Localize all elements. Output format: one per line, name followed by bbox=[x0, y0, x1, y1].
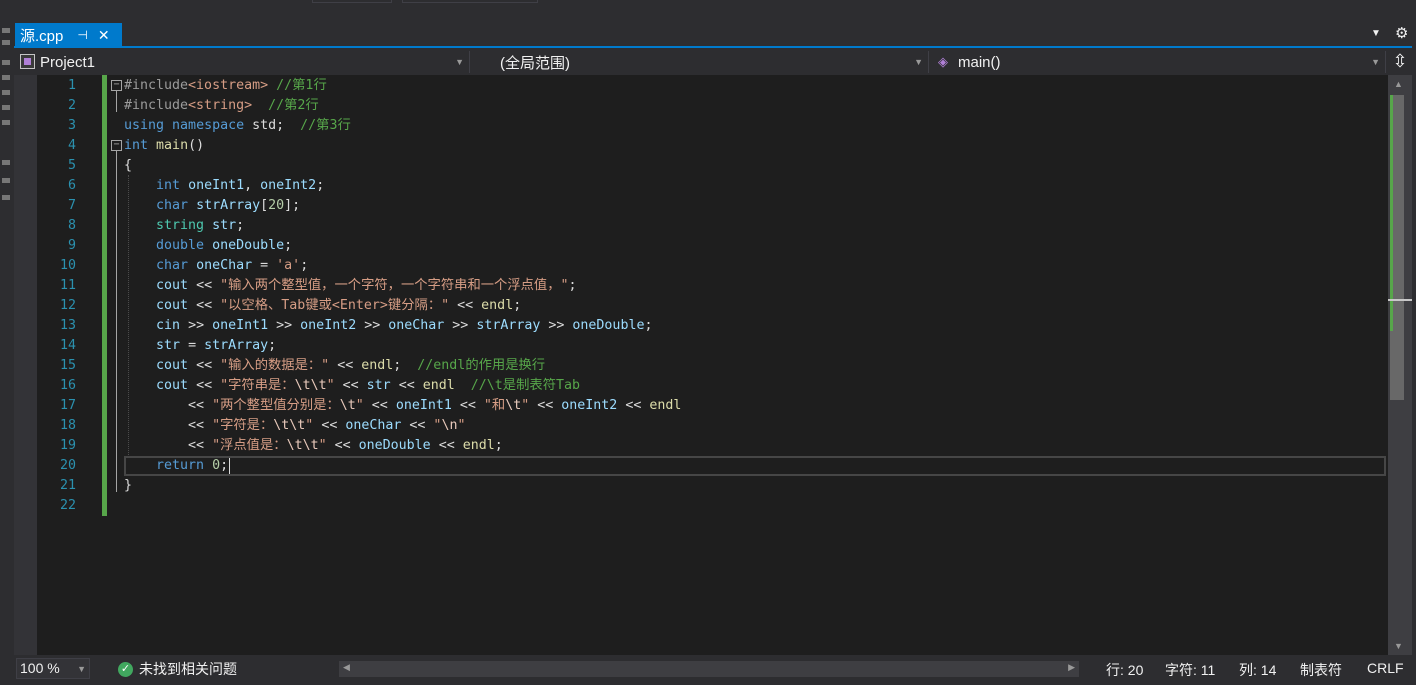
scope-dropdown[interactable]: (全局范围) ▼ bbox=[474, 51, 929, 73]
strip-mark bbox=[2, 178, 10, 183]
code-line: 15 cout << "输入的数据是：" << endl; //endl的作用是… bbox=[59, 358, 546, 373]
code-line: 13 cin >> oneInt1 >> oneInt2 >> oneChar … bbox=[59, 318, 653, 333]
project-label: Project1 bbox=[40, 53, 96, 71]
chevron-down-icon: ▼ bbox=[455, 57, 464, 67]
code-line: 21} bbox=[59, 478, 133, 493]
strip-mark bbox=[2, 40, 10, 45]
char-indicator[interactable]: 字符: 11 bbox=[1165, 660, 1215, 680]
code-line: 4 int main() bbox=[67, 138, 205, 153]
tab-list-dropdown-icon[interactable]: ▼ bbox=[1371, 28, 1381, 39]
tab-source-cpp[interactable]: 源.cpp ⊣ ✕ bbox=[15, 23, 122, 47]
scrollbar-change-marker bbox=[1390, 95, 1393, 331]
editor-status-bar: 100 % ▼ ✓ 未找到相关问题 ◀ ▶ 行: 20 字符: 11 列: 14… bbox=[14, 655, 1416, 685]
scope-label: (全局范围) bbox=[500, 54, 570, 72]
tab-filename: 源.cpp bbox=[20, 27, 64, 45]
document-tab-well: 源.cpp ⊣ ✕ bbox=[14, 0, 1416, 48]
pin-icon[interactable]: ⊣ bbox=[77, 28, 87, 42]
left-tool-strip[interactable] bbox=[0, 0, 14, 685]
issues-text: 未找到相关问题 bbox=[139, 661, 237, 677]
code-line: 20 return 0; bbox=[59, 458, 229, 473]
toolbar-remnant bbox=[312, 0, 392, 3]
strip-mark bbox=[2, 195, 10, 200]
code-line: 11 cout << "输入两个整型值，一个字符，一个字符串和一个浮点值，"; bbox=[59, 278, 577, 293]
code-line: 10 char oneChar = 'a'; bbox=[59, 258, 309, 273]
zoom-level: 100 % bbox=[20, 660, 60, 676]
close-icon[interactable]: ✕ bbox=[98, 27, 110, 44]
scroll-left-icon[interactable]: ◀ bbox=[343, 662, 350, 673]
strip-mark bbox=[2, 28, 10, 33]
toolbar-remnant bbox=[402, 0, 538, 3]
member-dropdown[interactable]: ◈ main() ▼ bbox=[932, 51, 1386, 73]
column-indicator[interactable]: 列: 14 bbox=[1239, 660, 1276, 680]
scroll-up-icon[interactable]: ▲ bbox=[1394, 79, 1403, 89]
issues-indicator[interactable]: ✓ 未找到相关问题 bbox=[118, 659, 237, 679]
code-editor[interactable]: − − 1 #include<iostream> //第1行 2 #include<… bbox=[14, 75, 1388, 655]
code-line: 5{ bbox=[67, 158, 133, 173]
code-line: 6 int oneInt1, oneInt2; bbox=[67, 178, 325, 193]
indent-mode-indicator[interactable]: 制表符 bbox=[1300, 660, 1342, 680]
chevron-down-icon: ▼ bbox=[914, 57, 923, 67]
split-editor-icon[interactable]: ⇳ bbox=[1388, 50, 1412, 74]
navigation-bar: Project1 ▼ (全局范围) ▼ ◈ main() ▼ bbox=[14, 48, 1386, 75]
code-line: 12 cout << "以空格、Tab键或<Enter>键分隔：" << end… bbox=[59, 298, 522, 313]
project-dropdown[interactable]: Project1 ▼ bbox=[14, 51, 470, 73]
vertical-scrollbar[interactable]: ▲ ▼ bbox=[1388, 75, 1412, 655]
zoom-dropdown[interactable]: 100 % ▼ bbox=[16, 658, 90, 679]
line-ending-indicator[interactable]: CRLF bbox=[1367, 660, 1404, 676]
member-cube-icon: ◈ bbox=[938, 54, 948, 69]
code-line: 16 cout << "字符串是：\t\t" << str << endl //… bbox=[59, 378, 581, 393]
strip-mark bbox=[2, 60, 10, 65]
text-caret bbox=[229, 458, 230, 474]
code-line: 2 #include<string> //第2行 bbox=[67, 98, 319, 113]
code-line: 22 bbox=[59, 498, 76, 513]
strip-mark bbox=[2, 160, 10, 165]
line-indicator[interactable]: 行: 20 bbox=[1106, 660, 1143, 680]
horizontal-scrollbar[interactable]: ◀ ▶ bbox=[339, 661, 1079, 677]
strip-mark bbox=[2, 90, 10, 95]
check-icon: ✓ bbox=[118, 661, 133, 677]
member-label: main() bbox=[958, 53, 1001, 71]
scrollbar-caret-marker bbox=[1388, 299, 1412, 301]
strip-mark bbox=[2, 105, 10, 110]
code-line: 8 string str; bbox=[67, 218, 245, 233]
scroll-down-icon[interactable]: ▼ bbox=[1394, 641, 1403, 651]
code-line: 9 double oneDouble; bbox=[67, 238, 293, 253]
chevron-down-icon: ▼ bbox=[77, 664, 86, 674]
code-line: 17 << "两个整型值分别是：\t" << oneInt1 << "和\t" … bbox=[59, 398, 682, 413]
code-line: 1 #include<iostream> //第1行 bbox=[67, 78, 327, 93]
code-line: 7 char strArray[20]; bbox=[67, 198, 301, 213]
project-icon bbox=[20, 54, 35, 69]
chevron-down-icon: ▼ bbox=[1371, 57, 1380, 67]
settings-gear-icon[interactable]: ⚙ bbox=[1395, 24, 1408, 42]
scroll-right-icon[interactable]: ▶ bbox=[1068, 662, 1075, 673]
code-line: 19 << "浮点值是：\t\t" << oneDouble << endl; bbox=[59, 438, 503, 453]
strip-mark bbox=[2, 120, 10, 125]
strip-mark bbox=[2, 75, 10, 80]
code-line: 18 << "字符是：\t\t" << oneChar << "\n" bbox=[59, 418, 466, 433]
code-line: 14 str = strArray; bbox=[59, 338, 277, 353]
code-line: 3 using namespace std; //第3行 bbox=[67, 118, 351, 133]
